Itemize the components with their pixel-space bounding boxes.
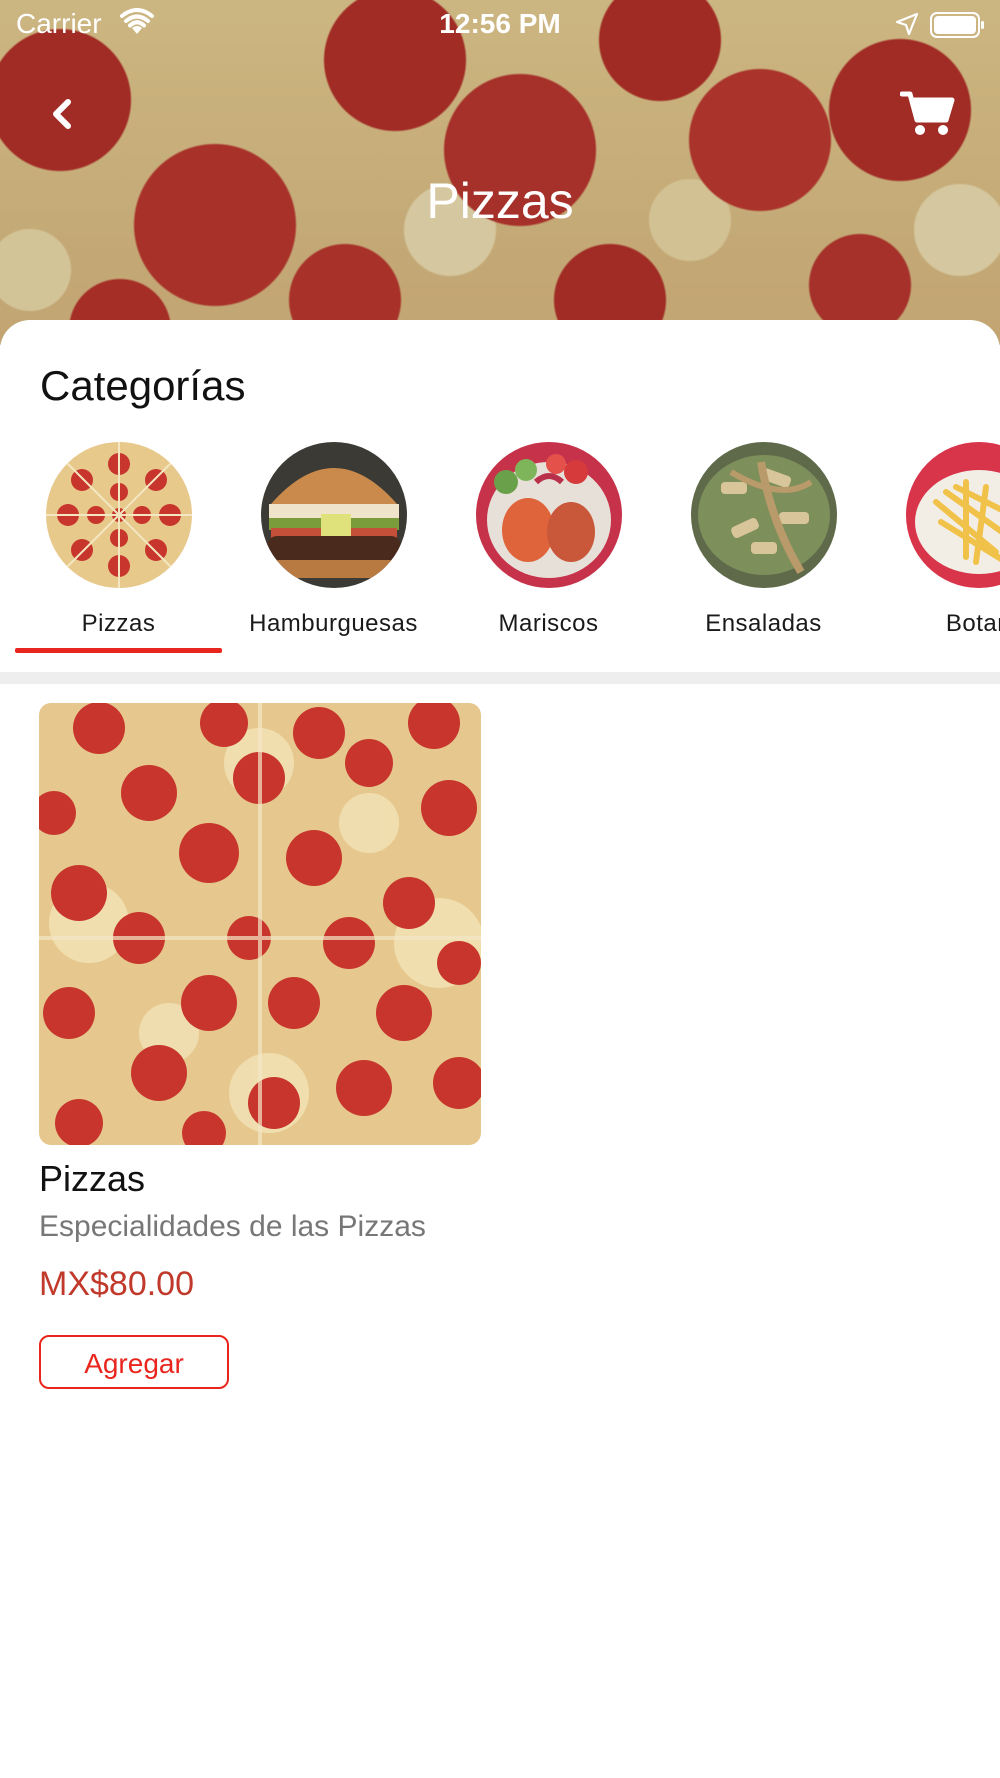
selected-category-indicator (15, 648, 222, 653)
product-image[interactable] (39, 703, 481, 1145)
product-description: Especialidades de las Pizzas (39, 1210, 426, 1243)
category-item-pizzas[interactable]: Pizzas (11, 442, 226, 637)
category-item-hamburguesas[interactable]: Hamburguesas (226, 442, 441, 637)
status-time: 12:56 PM (439, 8, 561, 39)
battery-icon (930, 12, 984, 38)
category-thumb-hamburguesas (260, 442, 407, 588)
category-item-mariscos[interactable]: Mariscos (441, 442, 656, 637)
product-price: MX$80.00 (39, 1265, 194, 1303)
category-label: Botan (945, 610, 1000, 637)
chevron-left-icon (53, 99, 71, 129)
section-divider (0, 672, 1000, 684)
category-thumb-botanas (905, 442, 1000, 588)
category-label: Pizzas (81, 610, 156, 637)
category-item-botanas[interactable]: Botan (871, 442, 1000, 637)
category-label: Hamburguesas (249, 610, 418, 637)
categories-heading: Categorías (40, 362, 246, 409)
add-to-cart-button[interactable]: Agregar (39, 1335, 229, 1389)
category-label: Ensaladas (705, 610, 822, 637)
category-thumb-pizzas (45, 442, 192, 588)
cart-button[interactable] (899, 88, 956, 138)
category-thumb-ensaladas (690, 442, 837, 588)
location-arrow-icon (895, 12, 919, 36)
category-thumb-mariscos (475, 442, 622, 588)
cart-icon (899, 91, 955, 135)
product-name: Pizzas (39, 1158, 146, 1199)
content-sheet: Categorías Pizzas Hamburguesas Mariscos … (0, 320, 1000, 1778)
page-title: Pizzas (426, 173, 574, 229)
status-bar: Carrier 12:56 PM (0, 0, 1000, 50)
back-button[interactable] (40, 92, 84, 136)
category-item-ensaladas[interactable]: Ensaladas (656, 442, 871, 637)
category-label: Mariscos (498, 610, 599, 637)
category-carousel[interactable]: Pizzas Hamburguesas Mariscos Ensaladas B… (0, 442, 1000, 652)
